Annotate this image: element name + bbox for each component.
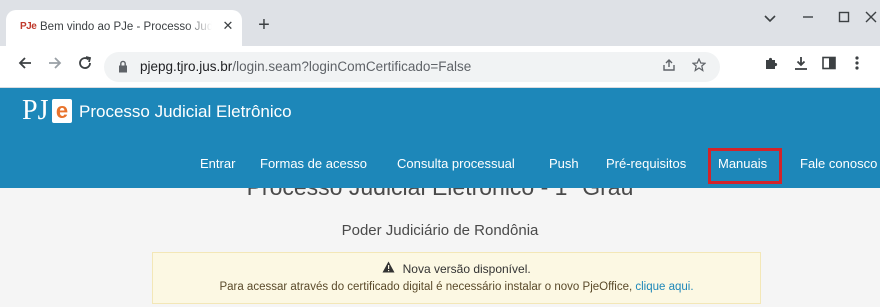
back-arrow-icon[interactable]: [14, 55, 36, 77]
download-icon[interactable]: [790, 55, 812, 77]
extensions-puzzle-icon[interactable]: [760, 55, 782, 77]
address-bar[interactable]: pjepg.tjro.jus.br/login.seam?loginComCer…: [104, 52, 720, 82]
install-pjeoffice-link[interactable]: clique aqui.: [635, 281, 693, 293]
nav-item-entrar[interactable]: Entrar: [200, 156, 235, 171]
alert-title: Nova versão disponível.: [402, 262, 531, 276]
bookmark-star-icon[interactable]: [688, 56, 710, 78]
url-text[interactable]: pjepg.tjro.jus.br/login.seam?loginComCer…: [140, 59, 471, 74]
pje-favicon: PJe: [20, 21, 37, 32]
nav-item-push[interactable]: Push: [549, 156, 579, 171]
tab-title: Bem vindo ao PJe - Processo Judicial Ele…: [40, 21, 212, 33]
maximize-window-icon[interactable]: [830, 6, 858, 30]
nav-item-formas-de-acesso[interactable]: Formas de acesso: [260, 156, 367, 171]
alert-message: Para acessar através do certificado digi…: [219, 281, 633, 293]
page-content: Processo Judicial Eletrônico - 1º Grau P…: [0, 188, 880, 307]
new-version-alert: Nova versão disponível. Para acessar atr…: [152, 252, 761, 304]
browser-tab[interactable]: PJe Bem vindo ao PJe - Processo Judicial…: [6, 10, 242, 46]
browser-tab-strip: PJe Bem vindo ao PJe - Processo Judicial…: [0, 0, 880, 46]
new-tab-button[interactable]: +: [252, 14, 276, 38]
reload-icon[interactable]: [74, 55, 96, 77]
forward-arrow-icon[interactable]: [44, 55, 66, 77]
nav-item-consulta-processual[interactable]: Consulta processual: [397, 156, 515, 171]
nav-item-pre-requisitos[interactable]: Pré-requisitos: [606, 156, 686, 171]
pje-header: PJ e Processo Judicial Eletrônico Entrar…: [0, 88, 880, 188]
kebab-menu-icon[interactable]: [846, 55, 868, 77]
browser-toolbar: pjepg.tjro.jus.br/login.seam?loginComCer…: [0, 46, 880, 88]
share-icon[interactable]: [658, 56, 680, 78]
tab-search-chevron-icon[interactable]: [756, 6, 784, 30]
nav-item-fale-conosco[interactable]: Fale conosco: [800, 156, 877, 171]
warning-icon: [382, 261, 398, 276]
close-window-icon[interactable]: [862, 6, 880, 30]
page-title: Processo Judicial Eletrônico - 1º Grau: [0, 188, 880, 201]
lock-icon[interactable]: [118, 60, 128, 78]
page-subtitle: Poder Judiciário de Rondônia: [341, 222, 539, 239]
tab-close-icon[interactable]: ✕: [220, 18, 236, 34]
minimize-window-icon[interactable]: [794, 6, 822, 30]
manuais-highlight-box: [708, 148, 782, 184]
side-panel-icon[interactable]: [818, 55, 840, 77]
site-title: Processo Judicial Eletrônico: [79, 102, 292, 121]
